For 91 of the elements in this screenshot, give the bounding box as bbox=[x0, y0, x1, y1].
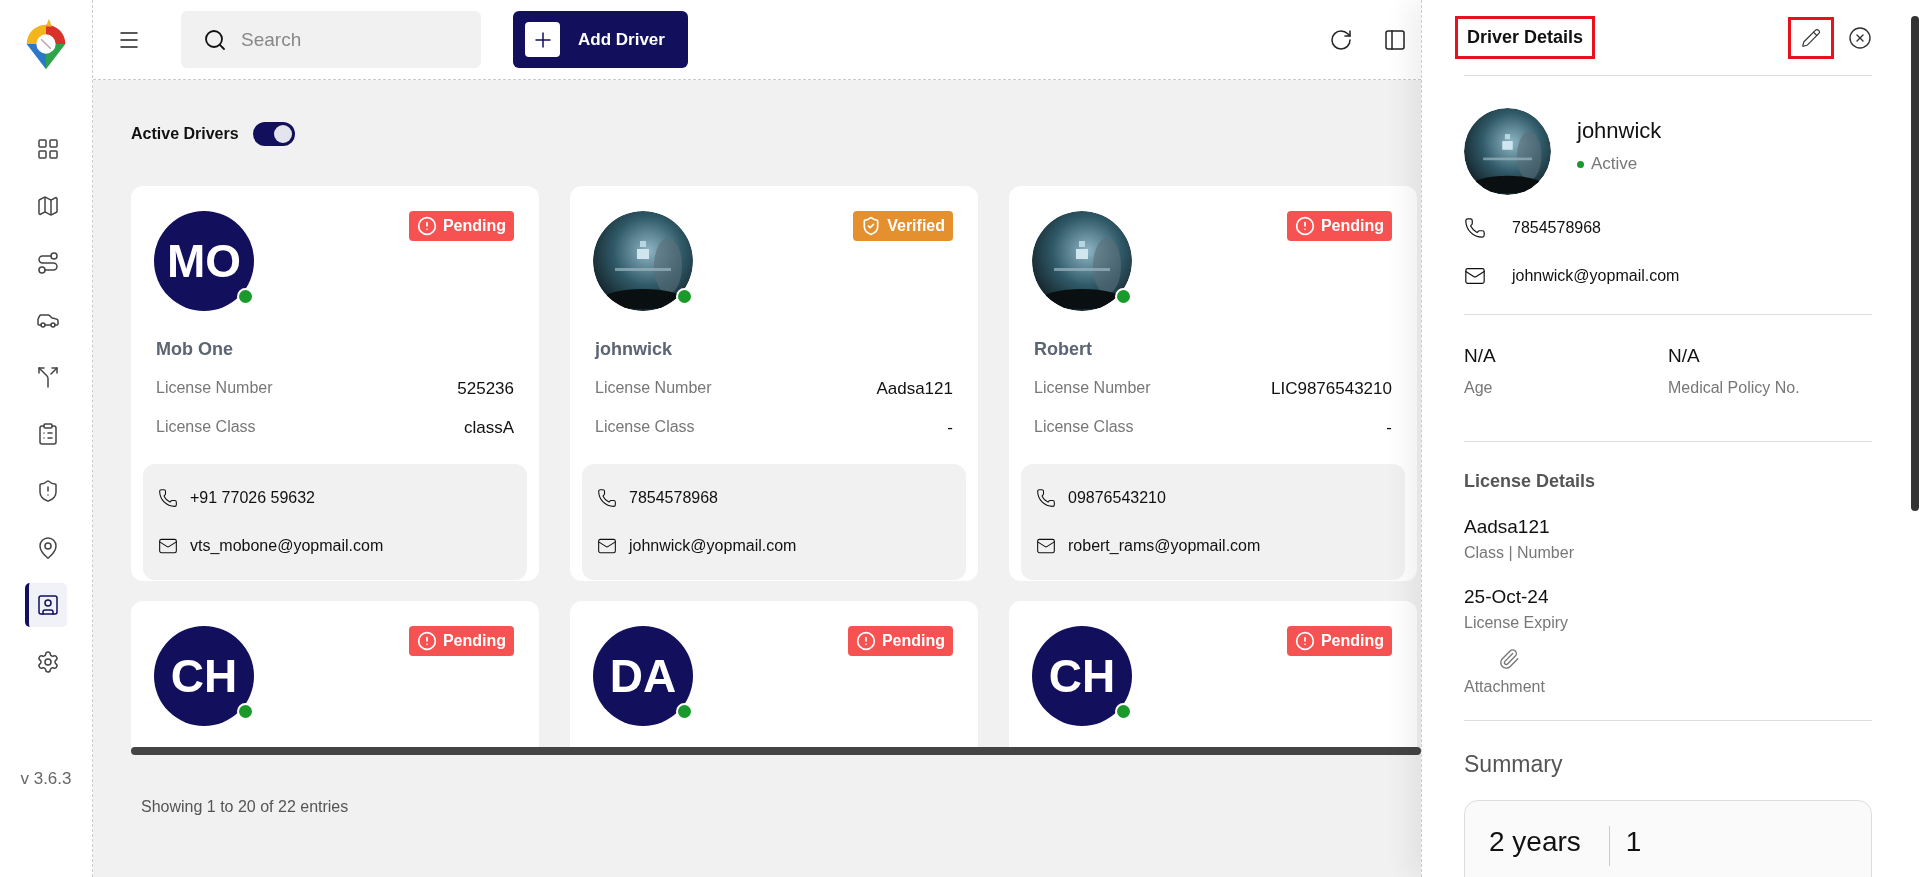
status-badge: Pending bbox=[1286, 626, 1392, 656]
email-address: vts_mobone@yopmail.com bbox=[190, 537, 384, 555]
driver-card[interactable]: CH Pending bbox=[131, 601, 539, 747]
driver-card[interactable]: MO Pending Mob One License Number 525236 License Class classA +91 77026 59632 vts_mobone@yopmail.com bbox=[131, 186, 539, 581]
section-heading: License Details bbox=[1464, 471, 1597, 492]
refresh-button[interactable] bbox=[1329, 27, 1353, 52]
filter-label: Active Drivers bbox=[131, 125, 239, 143]
license-value: Aadsa121 bbox=[1464, 516, 1551, 538]
nav-item[interactable] bbox=[25, 583, 67, 627]
phone-icon bbox=[1464, 217, 1486, 239]
avatar-initials: CH bbox=[154, 626, 254, 726]
add-driver-button[interactable]: Add Driver bbox=[513, 11, 688, 68]
split-arrow-icon bbox=[36, 365, 60, 389]
user-card-icon bbox=[36, 593, 60, 617]
summary-value: 1 bbox=[1608, 826, 1670, 866]
field-value: - bbox=[947, 418, 953, 438]
field-value: - bbox=[1386, 418, 1392, 438]
settings-icon bbox=[36, 650, 60, 674]
dashboard-icon bbox=[36, 137, 60, 161]
search-icon bbox=[203, 27, 227, 52]
shield-alert-icon bbox=[36, 479, 60, 503]
field-value: classA bbox=[463, 418, 514, 438]
phone-number: +91 77026 59632 bbox=[190, 489, 315, 507]
driver-card[interactable]: DA Pending bbox=[570, 601, 978, 747]
field-value: Aadsa121 bbox=[876, 379, 953, 399]
avatar-initials: CH bbox=[1032, 626, 1132, 726]
mail-icon bbox=[597, 536, 617, 556]
active-toggle[interactable] bbox=[252, 122, 295, 146]
paperclip-icon[interactable] bbox=[1498, 648, 1520, 670]
phone-icon bbox=[1036, 488, 1056, 508]
phone-number: 7854578968 bbox=[1512, 219, 1601, 237]
edit-button[interactable] bbox=[1788, 16, 1834, 59]
field-label: License Class bbox=[1034, 418, 1134, 437]
field-label: License Class bbox=[156, 418, 256, 437]
pencil-icon bbox=[1801, 27, 1821, 48]
field-value: 525236 bbox=[457, 379, 514, 399]
info-value: N/A bbox=[1464, 345, 1497, 367]
section-heading: Summary bbox=[1464, 751, 1564, 778]
info-label: Age bbox=[1464, 379, 1494, 397]
status-badge: Pending bbox=[408, 211, 514, 241]
field-label: License Number bbox=[156, 379, 273, 398]
search-box[interactable]: Search bbox=[181, 11, 481, 68]
field-label: License Number bbox=[1034, 379, 1151, 398]
phone-icon bbox=[597, 488, 617, 508]
field-label: License Class bbox=[595, 418, 695, 437]
info-label: Medical Policy No. bbox=[1668, 379, 1801, 397]
email-address: robert_rams@yopmail.com bbox=[1068, 537, 1261, 555]
driver-card[interactable]: CH Pending bbox=[1009, 601, 1417, 747]
phone-icon bbox=[158, 488, 178, 508]
phone-number: 7854578968 bbox=[629, 489, 718, 507]
summary-value: 2 years bbox=[1489, 826, 1582, 859]
mail-icon bbox=[158, 536, 178, 556]
info-value: N/A bbox=[1668, 345, 1701, 367]
version-label: v 3.6.3 bbox=[20, 769, 72, 789]
avatar-initials: DA bbox=[593, 626, 693, 726]
driver-name: johnwick bbox=[595, 339, 673, 360]
mail-icon bbox=[1036, 536, 1056, 556]
layout-button[interactable] bbox=[1383, 27, 1407, 52]
driver-name: Mob One bbox=[156, 339, 234, 360]
mail-icon bbox=[1464, 265, 1486, 287]
map-icon bbox=[36, 194, 60, 218]
route-icon bbox=[36, 251, 60, 275]
license-label: Class | Number bbox=[1464, 544, 1575, 562]
scrollbar[interactable] bbox=[1911, 16, 1919, 511]
scrollbar[interactable] bbox=[131, 747, 1421, 755]
profile-name: johnwick bbox=[1577, 118, 1662, 144]
email-address: johnwick@yopmail.com bbox=[629, 537, 797, 555]
profile-status: Active bbox=[1591, 154, 1638, 174]
attachment-label: Attachment bbox=[1464, 678, 1872, 721]
status-badge: Pending bbox=[847, 626, 953, 656]
clipboard-icon bbox=[36, 422, 60, 446]
status-dot bbox=[1577, 160, 1584, 168]
field-label: License Number bbox=[595, 379, 712, 398]
panel-title: Driver Details bbox=[1455, 16, 1596, 59]
entries-info: Showing 1 to 20 of 22 entries bbox=[141, 798, 350, 816]
license-value: 25-Oct-24 bbox=[1464, 586, 1550, 608]
status-badge: Pending bbox=[408, 626, 514, 656]
close-button[interactable] bbox=[1848, 25, 1872, 50]
email-address: johnwick@yopmail.com bbox=[1512, 267, 1680, 285]
driver-name: Robert bbox=[1034, 339, 1093, 360]
plus-icon bbox=[525, 22, 560, 57]
phone-number: 09876543210 bbox=[1068, 489, 1166, 507]
avatar-initials: MO bbox=[154, 211, 254, 311]
field-value: LIC9876543210 bbox=[1271, 379, 1392, 399]
driver-card[interactable]: Verified johnwick License Number Aadsa121 License Class - 7854578968 johnwick@yopmail.com bbox=[570, 186, 978, 581]
status-badge: Pending bbox=[1286, 211, 1392, 241]
status-badge: Verified bbox=[853, 211, 953, 241]
search-field[interactable]: Search bbox=[239, 27, 463, 52]
location-pin-icon bbox=[36, 536, 60, 560]
driver-card[interactable]: Pending Robert License Number LIC9876543210 License Class - 09876543210 robert_rams@yopmail.com bbox=[1009, 186, 1417, 581]
license-label: License Expiry bbox=[1464, 614, 1570, 632]
